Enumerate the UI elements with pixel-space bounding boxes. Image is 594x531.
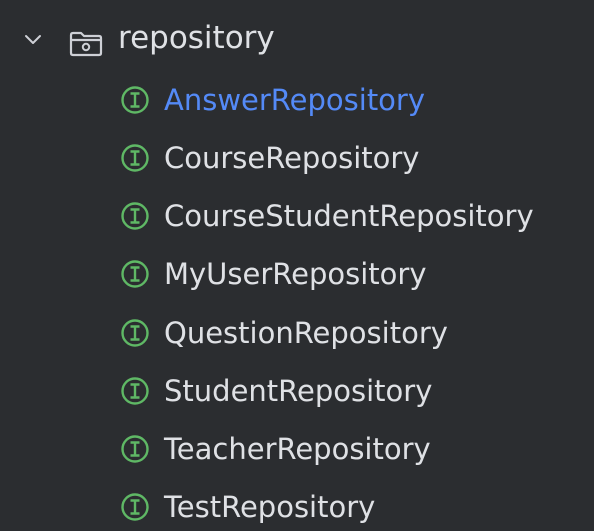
tree-node-repository-folder[interactable]: repository bbox=[0, 12, 594, 70]
tree-item-label: MyUserRepository bbox=[164, 257, 427, 291]
tree-item-course-repository[interactable]: CourseRepository bbox=[0, 129, 594, 187]
interface-icon bbox=[121, 202, 149, 230]
tree-item-teacher-repository[interactable]: TeacherRepository bbox=[0, 420, 594, 478]
folder-label: repository bbox=[118, 20, 275, 56]
tree-item-student-repository[interactable]: StudentRepository bbox=[0, 362, 594, 420]
tree-item-test-repository[interactable]: TestRepository bbox=[0, 478, 594, 531]
interface-icon bbox=[121, 144, 149, 172]
interface-icon bbox=[121, 493, 149, 521]
tree-item-course-student-repository[interactable]: CourseStudentRepository bbox=[0, 187, 594, 245]
interface-icon bbox=[121, 435, 149, 463]
tree-item-answer-repository[interactable]: AnswerRepository bbox=[0, 71, 594, 129]
chevron-down-icon[interactable] bbox=[24, 33, 42, 47]
tree-item-my-user-repository[interactable]: MyUserRepository bbox=[0, 245, 594, 303]
tree-item-label: CourseRepository bbox=[164, 141, 420, 175]
tree-item-question-repository[interactable]: QuestionRepository bbox=[0, 304, 594, 362]
interface-icon bbox=[121, 377, 149, 405]
tree-item-label: TeacherRepository bbox=[164, 432, 431, 466]
interface-icon bbox=[121, 260, 149, 288]
tree-item-label: TestRepository bbox=[164, 490, 376, 524]
project-tree: repository AnswerRepository CourseReposi… bbox=[0, 0, 594, 531]
tree-item-label: AnswerRepository bbox=[164, 83, 426, 117]
tree-item-label: CourseStudentRepository bbox=[164, 199, 534, 233]
tree-item-label: QuestionRepository bbox=[164, 316, 448, 350]
interface-icon bbox=[121, 319, 149, 347]
interface-icon bbox=[121, 86, 149, 114]
tree-item-label: StudentRepository bbox=[164, 374, 433, 408]
folder-icon bbox=[69, 31, 103, 57]
